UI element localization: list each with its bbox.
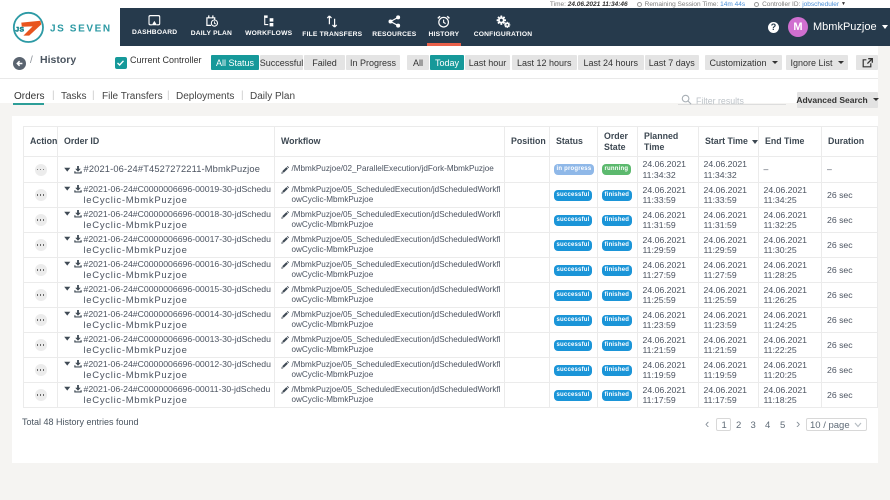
- svg-text:JS: JS: [15, 27, 24, 34]
- svg-text:JS SEVEN: JS SEVEN: [50, 24, 112, 35]
